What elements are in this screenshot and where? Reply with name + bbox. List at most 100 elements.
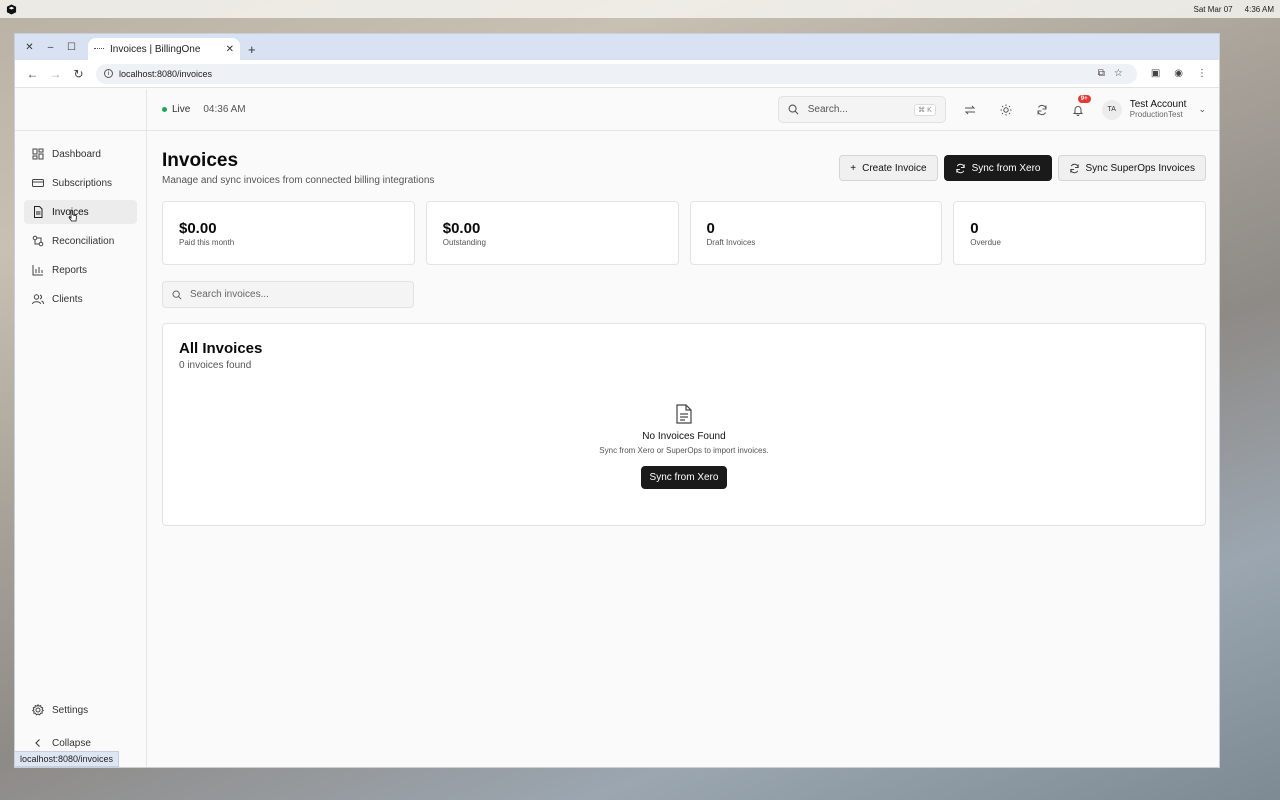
sidebar-item-invoices[interactable]: Invoices [24, 200, 137, 224]
sync-xero-button[interactable]: Sync from Xero [943, 155, 1052, 181]
stat-value: $0.00 [179, 220, 217, 237]
page-heading: Invoices Manage and sync invoices from c… [162, 150, 434, 186]
top-bar: Live 04:36 AM Search... ⌘ K 9+ TA Test A… [147, 89, 1219, 131]
create-invoice-button[interactable]: + Create Invoice [839, 155, 938, 181]
bookmark-star-icon[interactable]: ☆ [1114, 68, 1123, 79]
sidebar-item-dashboard[interactable]: Dashboard [24, 142, 137, 166]
reconcile-icon [32, 235, 44, 247]
profile-icon[interactable]: ◉ [1174, 68, 1183, 79]
browser-toolbar: ← → ↻ i localhost:8080/invoices ⧉ ☆ ▣ ◉ … [15, 60, 1219, 88]
tab-search-icon[interactable]: ▣ [1151, 68, 1160, 79]
new-tab-button[interactable]: + [248, 42, 256, 57]
close-window-icon[interactable]: ✕ [19, 42, 40, 53]
sync-xero-label: Sync from Xero [971, 162, 1041, 174]
sidebar-item-label: Clients [52, 293, 83, 305]
account-name: Test Account [1129, 99, 1187, 110]
sidebar: Dashboard Subscriptions Invoices Reconci… [15, 89, 147, 767]
sync-icon [1069, 163, 1079, 173]
theme-sun-icon[interactable] [998, 102, 1014, 118]
mouse-cursor-icon [68, 209, 77, 222]
sidebar-footer: Settings Collapse [24, 698, 137, 755]
empty-sync-xero-button[interactable]: Sync from Xero [640, 466, 728, 489]
top-bar-actions: 9+ [962, 94, 1091, 118]
os-logo-icon[interactable] [6, 3, 18, 15]
sidebar-item-label: Dashboard [52, 148, 101, 160]
plus-icon: + [850, 162, 857, 174]
users-icon [32, 294, 44, 305]
invoice-search-input[interactable]: Search invoices... [162, 281, 414, 308]
browser-tab[interactable]: Invoices | BillingOne ✕ [88, 38, 240, 60]
search-icon [172, 290, 182, 300]
stat-card-overdue: 0 Overdue [953, 201, 1206, 265]
account-menu[interactable]: TA Test Account ProductionTest ⌄ [1101, 99, 1206, 120]
sidebar-item-subscriptions[interactable]: Subscriptions [24, 171, 137, 195]
install-app-icon[interactable]: ⧉ [1098, 68, 1105, 79]
global-search-placeholder: Search... [807, 104, 848, 115]
forward-icon[interactable]: → [44, 67, 67, 81]
document-icon [676, 404, 692, 424]
live-label: Live [172, 104, 191, 115]
dashboard-icon [32, 148, 44, 160]
search-shortcut-badge: ⌘ K [914, 103, 936, 116]
sidebar-nav: Dashboard Subscriptions Invoices Reconci… [15, 131, 146, 322]
sidebar-collapse-label: Collapse [52, 737, 91, 749]
os-clock[interactable]: Sat Mar 07 4:36 AM [1194, 5, 1275, 14]
site-info-icon[interactable]: i [104, 69, 113, 78]
sidebar-item-label: Reconciliation [52, 235, 115, 247]
switch-icon[interactable] [962, 102, 978, 118]
tab-close-icon[interactable]: ✕ [226, 44, 234, 55]
stat-value: $0.00 [442, 220, 481, 237]
notifications-bell-icon[interactable]: 9+ [1070, 94, 1091, 118]
refresh-icon[interactable] [1034, 102, 1050, 118]
tab-strip: ✕ – ☐ Invoices | BillingOne ✕ + [15, 34, 1219, 60]
chevron-left-icon [35, 739, 40, 747]
address-bar[interactable]: i localhost:8080/invoices ⧉ ☆ [96, 63, 1137, 84]
page-title: Invoices [162, 150, 239, 171]
live-status: Live [162, 104, 190, 115]
empty-subtitle: Sync from Xero or SuperOps to import inv… [599, 446, 769, 455]
invoice-search-placeholder: Search invoices... [190, 289, 269, 300]
avatar: TA [1101, 99, 1122, 120]
stat-card-paid: $0.00 Paid this month [162, 201, 415, 265]
notification-count-badge: 9+ [1077, 94, 1091, 103]
sidebar-item-reports[interactable]: Reports [24, 258, 137, 282]
browser-menu-icon[interactable]: ⋮ [1197, 68, 1207, 79]
os-top-bar: Sat Mar 07 4:36 AM [0, 0, 1280, 18]
stat-card-drafts: 0 Draft Invoices [689, 201, 943, 265]
all-invoices-panel: All Invoices 0 invoices found No Invoice… [162, 323, 1206, 526]
stat-card-outstanding: $0.00 Outstanding [425, 201, 679, 265]
live-time: 04:36 AM [203, 104, 246, 115]
app-shell: Dashboard Subscriptions Invoices Reconci… [15, 89, 1219, 767]
sidebar-item-clients[interactable]: Clients [24, 287, 137, 311]
minimize-window-icon[interactable]: – [40, 42, 61, 53]
empty-title: No Invoices Found [642, 431, 726, 442]
sync-superops-button[interactable]: Sync SuperOps Invoices [1057, 155, 1206, 181]
empty-state: No Invoices Found Sync from Xero or Supe… [163, 404, 1205, 489]
create-invoice-label: Create Invoice [862, 162, 927, 174]
os-time: 4:36 AM [1244, 4, 1274, 14]
sidebar-settings-label: Settings [52, 704, 89, 716]
os-date: Sat Mar 07 [1193, 4, 1233, 14]
search-icon [788, 104, 799, 115]
maximize-window-icon[interactable]: ☐ [61, 42, 82, 53]
stat-value: 0 [970, 220, 979, 237]
window-controls: ✕ – ☐ [15, 34, 82, 60]
main-area: Live 04:36 AM Search... ⌘ K 9+ TA Test A… [147, 89, 1219, 767]
account-text: Test Account ProductionTest [1130, 100, 1187, 119]
favicon-icon [94, 48, 104, 52]
bar-chart-icon [32, 265, 43, 276]
url-text: localhost:8080/invoices [119, 68, 213, 79]
gear-icon [32, 704, 44, 716]
back-icon[interactable]: ← [21, 67, 44, 81]
account-org: ProductionTest [1129, 110, 1183, 119]
card-icon [32, 179, 44, 187]
sidebar-item-reconciliation[interactable]: Reconciliation [24, 229, 137, 253]
sidebar-item-label: Reports [52, 264, 88, 276]
stat-label: Outstanding [442, 238, 486, 247]
sidebar-header [15, 89, 146, 131]
reload-icon[interactable]: ↻ [67, 67, 90, 81]
stat-label: Paid this month [179, 238, 235, 247]
global-search-input[interactable]: Search... ⌘ K [777, 96, 946, 123]
sidebar-item-settings[interactable]: Settings [24, 698, 137, 722]
sidebar-item-label: Subscriptions [52, 177, 113, 189]
